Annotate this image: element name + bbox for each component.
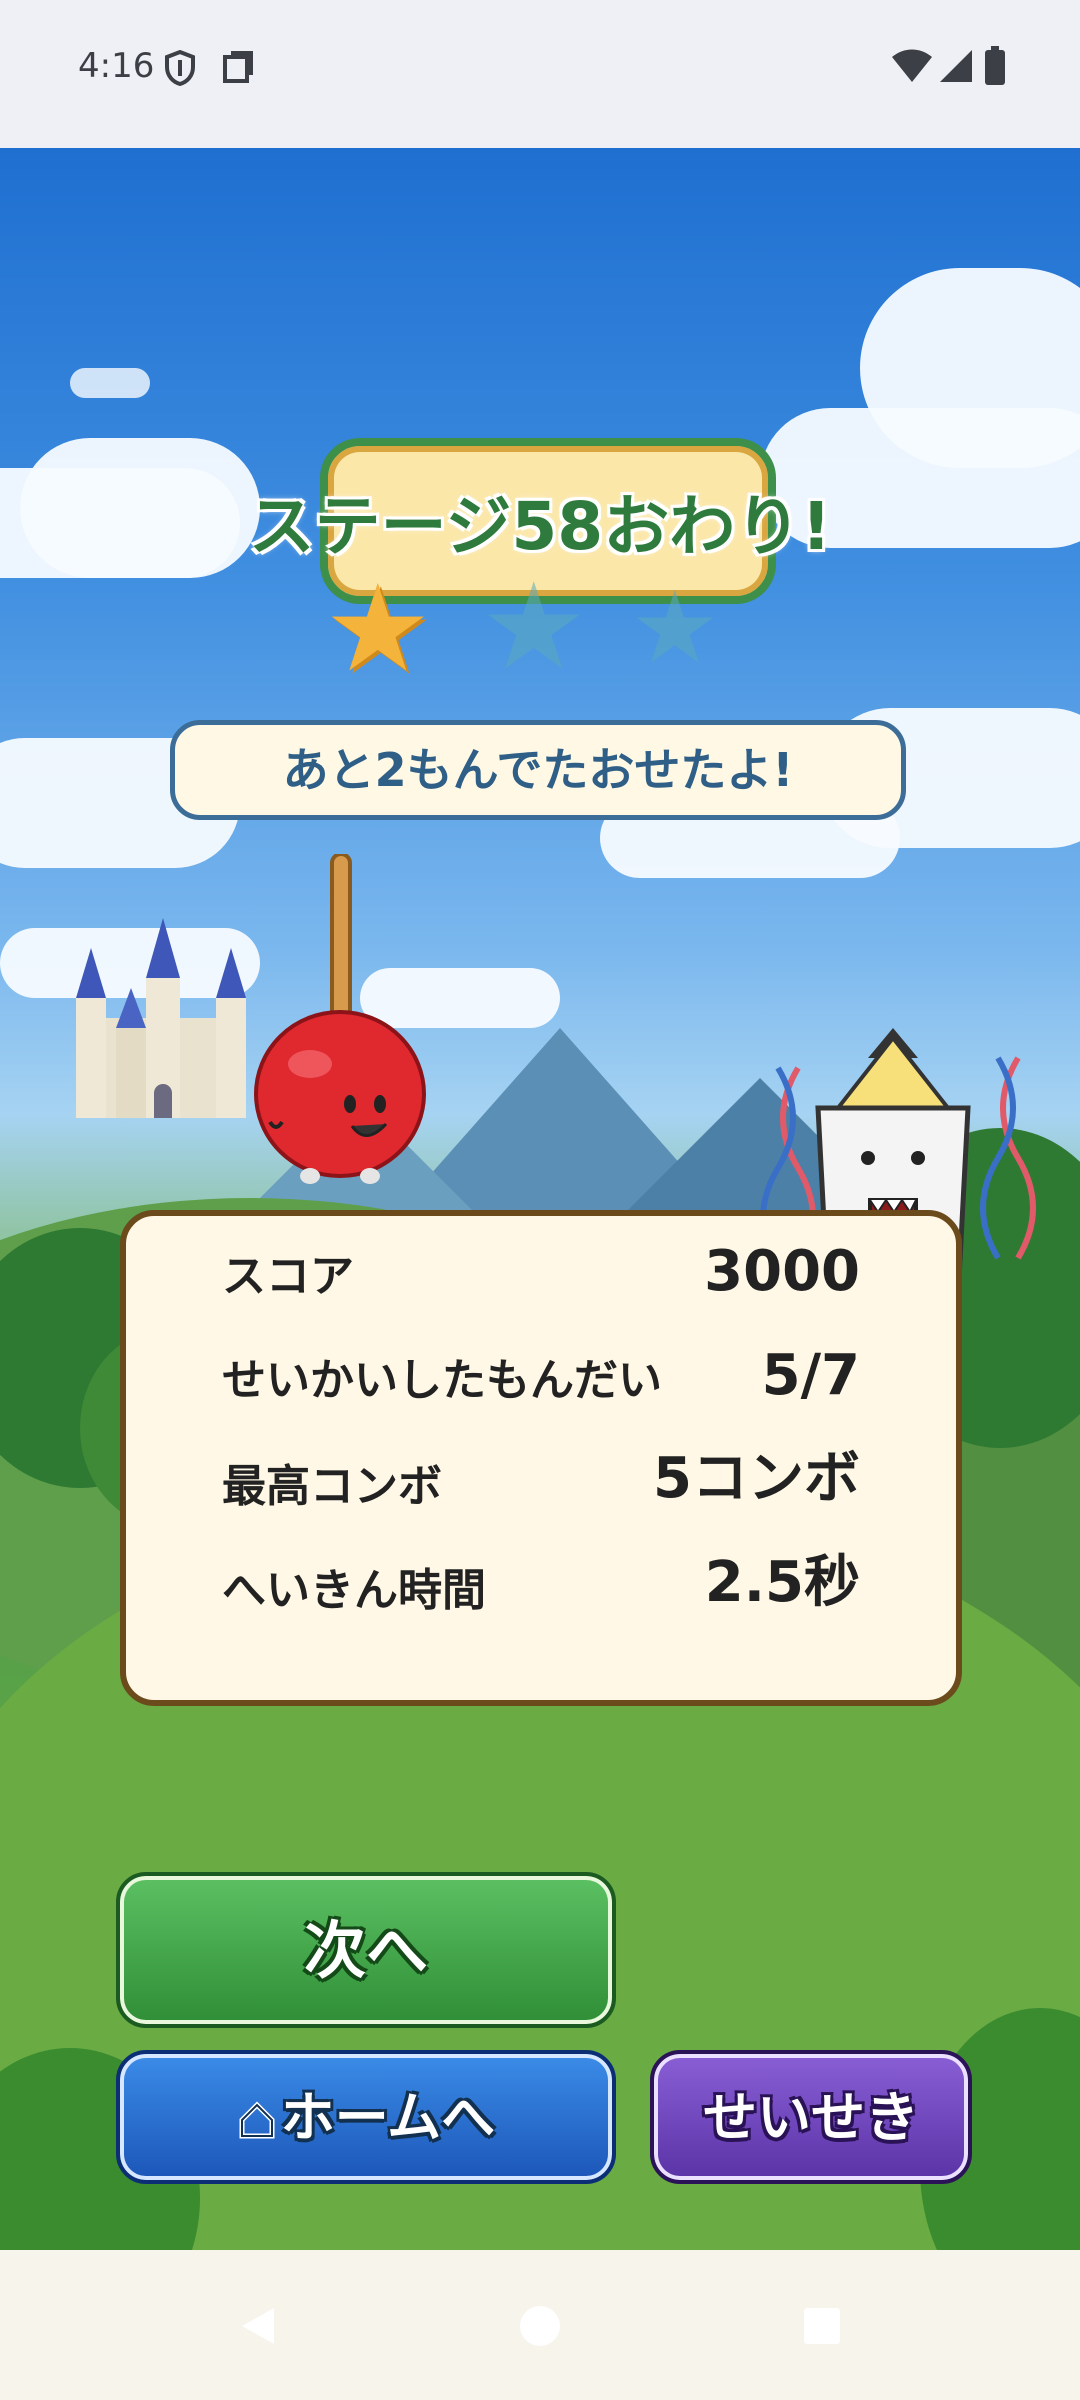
- screen-icon: [223, 51, 253, 83]
- next-button-label: 次へ: [303, 1914, 428, 1987]
- next-button[interactable]: 次へ: [116, 1872, 616, 2028]
- stats-panel: スコア 3000 せいかいしたもんだい 5/7 最高コンボ 5コンボ へいきん時…: [120, 1210, 962, 1706]
- combo-row: 最高コンボ 5コンボ: [222, 1444, 860, 1524]
- correct-row: せいかいしたもんだい 5/7: [222, 1338, 860, 1418]
- avg-time-label: へいきん時間: [222, 1565, 486, 1616]
- castle-icon: [76, 918, 246, 1118]
- battery-icon: [985, 46, 1005, 85]
- home-nav-icon[interactable]: [518, 2304, 562, 2348]
- shield-icon: [165, 50, 195, 86]
- status-bar: 4:16: [0, 0, 1080, 148]
- star-1-earned-icon: ★: [324, 560, 432, 699]
- cell-signal-icon: [940, 50, 972, 82]
- avg-time-value: 2.5秒: [704, 1550, 860, 1615]
- correct-label: せいかいしたもんだい: [222, 1355, 662, 1406]
- system-nav-bar: [0, 2250, 1080, 2400]
- message-bubble: あと2もんでたおせたよ!: [170, 720, 906, 820]
- avg-time-row: へいきん時間 2.5秒: [222, 1548, 860, 1628]
- combo-value: 5コンボ: [653, 1446, 860, 1511]
- star-2-empty-icon: ★: [480, 558, 588, 697]
- score-value: 3000: [704, 1239, 860, 1304]
- home-icon: [239, 2101, 275, 2139]
- status-time: 4:16: [78, 46, 155, 86]
- score-row: スコア 3000: [222, 1234, 860, 1314]
- back-icon[interactable]: [236, 2304, 280, 2348]
- records-button-label: せいせき: [703, 2086, 919, 2149]
- recents-icon[interactable]: [802, 2306, 842, 2346]
- correct-value: 5/7: [761, 1343, 860, 1408]
- home-button-label: ホームへ: [280, 2086, 496, 2149]
- wifi-icon: [892, 49, 932, 82]
- game-result-screen: ステージ58おわり! ★ ★ ★ あと2もんでたおせたよ! スコア 3000 せ…: [0, 148, 1080, 2250]
- score-label: スコア: [222, 1251, 354, 1302]
- star-3-empty-icon: ★: [630, 569, 720, 686]
- records-button[interactable]: せいせき: [650, 2050, 972, 2184]
- combo-label: 最高コンボ: [222, 1461, 442, 1512]
- stage-title: ステージ58おわり!: [248, 488, 832, 565]
- apple-character-icon: [254, 854, 426, 1184]
- home-button[interactable]: ホームへ: [116, 2050, 616, 2184]
